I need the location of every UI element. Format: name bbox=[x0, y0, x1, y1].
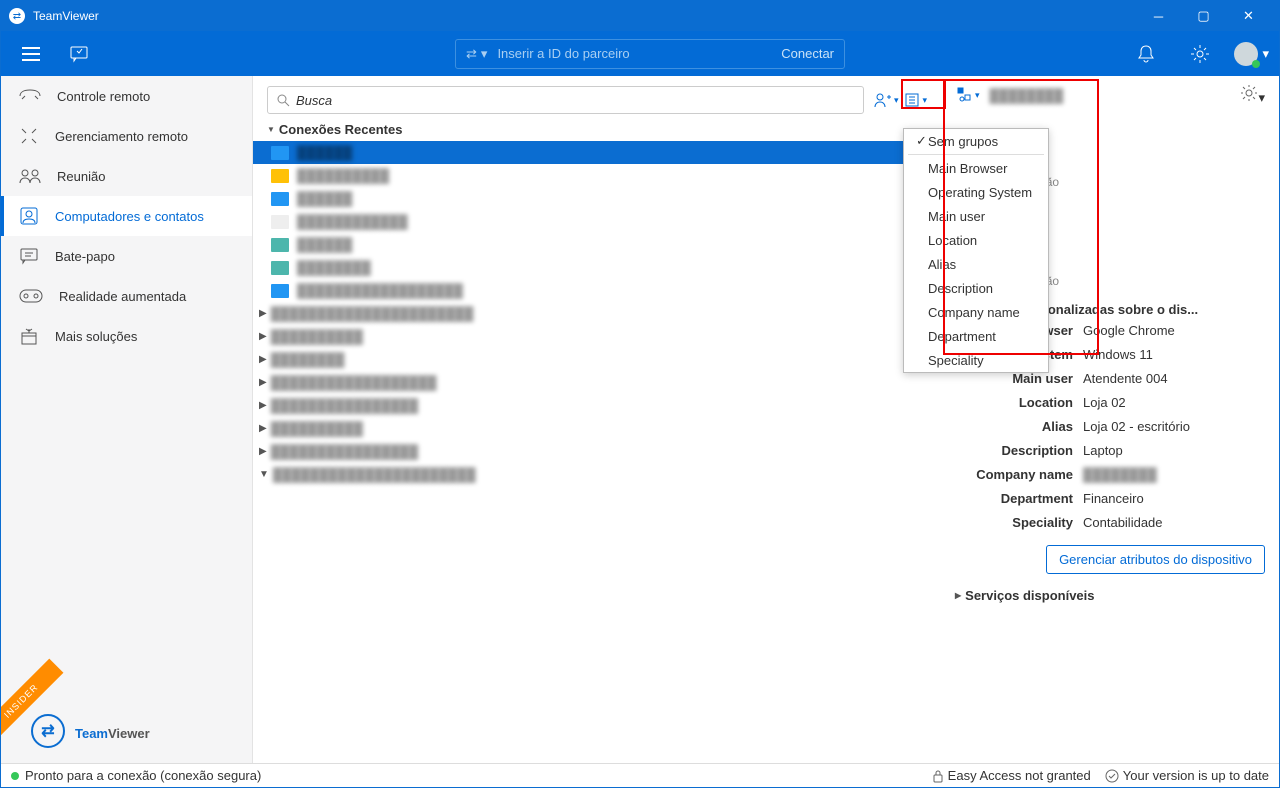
dropdown-item[interactable]: Alias bbox=[904, 252, 1048, 276]
easy-access-status: Easy Access not granted bbox=[932, 768, 1091, 783]
sidebar-item-remote-control[interactable]: Controle remoto bbox=[1, 76, 252, 116]
avatar-icon bbox=[1234, 42, 1258, 66]
group-row[interactable]: ▶████████████████ bbox=[253, 394, 943, 417]
toolbar: ⇄ ▾ Inserir a ID do parceiro Conectar ▾ bbox=[1, 31, 1279, 76]
view-list-icon[interactable]: ▾ bbox=[902, 90, 929, 110]
list-item[interactable]: ██████████ bbox=[253, 164, 943, 187]
dropdown-item[interactable]: Location bbox=[904, 228, 1048, 252]
add-contact-icon[interactable]: ▾ bbox=[872, 90, 901, 110]
group-row[interactable]: ▶████████ bbox=[253, 348, 943, 371]
bell-icon[interactable] bbox=[1126, 38, 1166, 70]
hamburger-menu-button[interactable] bbox=[11, 38, 51, 70]
dropdown-item[interactable]: ✓Sem grupos bbox=[904, 129, 1048, 153]
group-by-dropdown: ✓Sem grupos Main Browser Operating Syste… bbox=[903, 128, 1049, 373]
close-button[interactable]: ✕ bbox=[1226, 1, 1271, 31]
list-item[interactable]: ██████ bbox=[253, 233, 943, 256]
list-item[interactable]: ██████████████████ bbox=[253, 279, 943, 302]
version-status: Your version is up to date bbox=[1105, 768, 1269, 783]
status-text: Pronto para a conexão (conexão segura) bbox=[25, 768, 261, 783]
list-item[interactable]: ████████ bbox=[253, 256, 943, 279]
group-row[interactable]: ▶██████████ bbox=[253, 417, 943, 440]
partner-placeholder: Inserir a ID do parceiro bbox=[497, 46, 629, 61]
swap-icon: ⇄ ▾ bbox=[466, 46, 487, 62]
sidebar-item-chat[interactable]: Bate-papo bbox=[1, 236, 252, 276]
dropdown-item[interactable]: Description bbox=[904, 276, 1048, 300]
app-icon: ⇄ bbox=[9, 8, 25, 24]
group-row[interactable]: ▼██████████████████████ bbox=[253, 463, 943, 486]
partner-id-input[interactable]: ⇄ ▾ Inserir a ID do parceiro Conectar bbox=[455, 39, 845, 69]
services-header[interactable]: ▶Serviços disponíveis bbox=[955, 588, 1265, 603]
sidebar-item-remote-management[interactable]: Gerenciamento remoto bbox=[1, 116, 252, 156]
window-title: TeamViewer bbox=[33, 9, 99, 23]
main-panel: Busca ▾ ▾ ▼Conexões Recentes ██████ ████… bbox=[253, 76, 943, 763]
feedback-icon[interactable] bbox=[59, 38, 99, 70]
list-item[interactable]: ██████ bbox=[253, 187, 943, 210]
sidebar-item-meeting[interactable]: Reunião bbox=[1, 156, 252, 196]
gear-icon[interactable] bbox=[1180, 38, 1220, 70]
minimize-button[interactable]: ─ bbox=[1136, 1, 1181, 31]
group-row[interactable]: ▶██████████████████████ bbox=[253, 302, 943, 325]
group-row[interactable]: ▶████████████████ bbox=[253, 440, 943, 463]
dropdown-item[interactable]: Operating System bbox=[904, 180, 1048, 204]
detail-gear-icon[interactable]: ▾ bbox=[1240, 84, 1265, 106]
sidebar-item-computers-contacts[interactable]: Computadores e contatos bbox=[1, 196, 252, 236]
dropdown-item[interactable]: Speciality bbox=[904, 348, 1048, 372]
list-item[interactable]: ████████████ bbox=[253, 210, 943, 233]
sidebar: Controle remoto Gerenciamento remoto Reu… bbox=[1, 76, 253, 763]
manage-attributes-button[interactable]: Gerenciar atributos do dispositivo bbox=[1046, 545, 1265, 574]
search-input[interactable]: Busca bbox=[267, 86, 864, 114]
dropdown-item[interactable]: Department bbox=[904, 324, 1048, 348]
group-by-icon[interactable]: ▾ bbox=[955, 85, 982, 105]
detail-name: ████████ bbox=[990, 88, 1064, 103]
dropdown-item[interactable]: Main user bbox=[904, 204, 1048, 228]
group-row[interactable]: ▶██████████████████ bbox=[253, 371, 943, 394]
list-item[interactable]: ██████ bbox=[253, 141, 943, 164]
brand-logo: ⇄ TeamViewer bbox=[1, 699, 252, 763]
connect-button[interactable]: Conectar bbox=[781, 46, 834, 61]
titlebar: ⇄ TeamViewer ─ ▢ ✕ bbox=[1, 1, 1279, 31]
status-bar: Pronto para a conexão (conexão segura) E… bbox=[1, 763, 1279, 787]
maximize-button[interactable]: ▢ bbox=[1181, 1, 1226, 31]
dropdown-item[interactable]: Main Browser bbox=[904, 156, 1048, 180]
user-avatar-menu[interactable]: ▾ bbox=[1234, 42, 1269, 66]
recent-connections-header[interactable]: ▼Conexões Recentes bbox=[253, 120, 943, 141]
sidebar-item-augmented-reality[interactable]: Realidade aumentada bbox=[1, 276, 252, 316]
dropdown-item[interactable]: Company name bbox=[904, 300, 1048, 324]
group-row[interactable]: ▶██████████ bbox=[253, 325, 943, 348]
status-dot-icon bbox=[11, 772, 19, 780]
sidebar-item-more-solutions[interactable]: Mais soluções bbox=[1, 316, 252, 356]
